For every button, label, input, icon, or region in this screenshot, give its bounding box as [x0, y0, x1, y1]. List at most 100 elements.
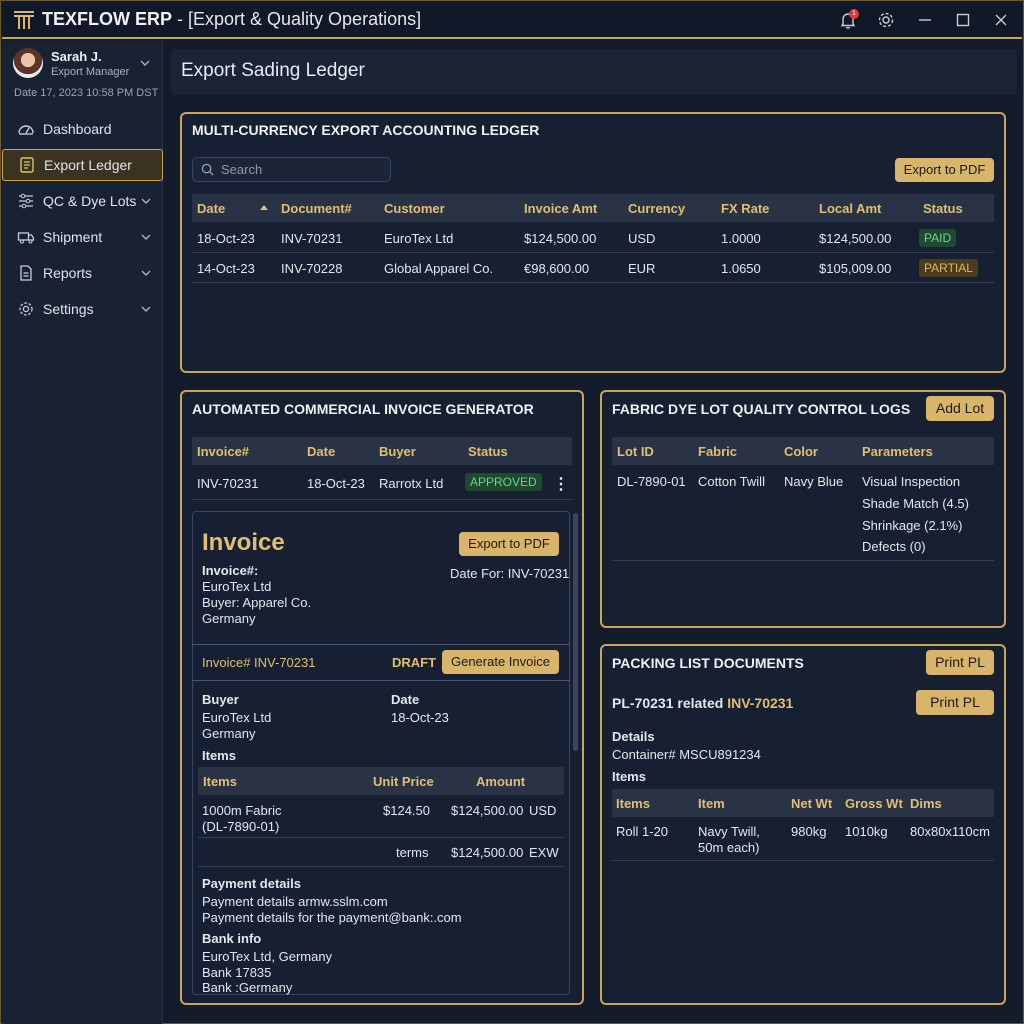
- sidebar-item-label: Dashboard: [43, 121, 112, 137]
- column-header-invoice-amt[interactable]: Invoice Amt: [524, 201, 597, 216]
- sort-ascending-icon[interactable]: [259, 203, 269, 213]
- column-header-invoice[interactable]: Invoice#: [197, 444, 249, 459]
- scrollbar[interactable]: [573, 513, 578, 751]
- export-pdf-button[interactable]: Export to PDF: [895, 158, 994, 182]
- cell-parameter: Visual Inspection: [862, 474, 961, 489]
- cell-local-amt: $124,500.00: [819, 231, 892, 246]
- column-header-fx-rate[interactable]: FX Rate: [721, 201, 769, 216]
- sidebar-item-settings[interactable]: Settings: [2, 293, 163, 325]
- column-header-dims[interactable]: Dims: [910, 796, 942, 811]
- cell-items: Roll 1-20: [616, 824, 669, 839]
- column-header-parameters[interactable]: Parameters: [862, 444, 933, 459]
- column-header-status[interactable]: Status: [923, 201, 963, 216]
- minimize-icon[interactable]: [915, 10, 935, 30]
- row-divider: [192, 252, 994, 253]
- cell-customer: Global Apparel Co.: [384, 261, 494, 276]
- items-label: Items: [202, 748, 236, 763]
- app-window: TEXFLOW ERP - [Export & Quality Operatio…: [0, 0, 1024, 1024]
- buyer-country: Germany: [202, 726, 256, 741]
- column-header-gross-wt[interactable]: Gross Wt: [845, 796, 903, 811]
- column-header-document[interactable]: Document#: [281, 201, 352, 216]
- column-header-currency[interactable]: Currency: [628, 201, 685, 216]
- column-header-status[interactable]: Status: [468, 444, 508, 459]
- texflow-logo-icon: [14, 11, 34, 29]
- status-badge-partial: PARTIAL: [919, 259, 978, 277]
- sidebar-item-qc-dye-lots[interactable]: QC & Dye Lots: [2, 185, 163, 217]
- column-header-fabric[interactable]: Fabric: [698, 444, 737, 459]
- column-header-lot-id[interactable]: Lot ID: [617, 444, 654, 459]
- row-divider: [192, 282, 994, 283]
- settings-gear-icon[interactable]: [876, 10, 896, 30]
- buyer-name: EuroTex Ltd: [202, 710, 272, 725]
- ledger-title: MULTI-CURRENCY EXPORT ACCOUNTING LEDGER: [192, 122, 540, 138]
- sidebar-item-label: QC & Dye Lots: [43, 193, 137, 209]
- column-header-buyer[interactable]: Buyer: [379, 444, 416, 459]
- page-title: Export Sading Ledger: [181, 60, 365, 81]
- search-icon: [201, 163, 214, 176]
- sidebar-item-dashboard[interactable]: Dashboard: [2, 113, 163, 145]
- country: Germany: [202, 611, 256, 626]
- column-header-customer[interactable]: Customer: [384, 201, 445, 216]
- cell-document: INV-70228: [281, 261, 343, 276]
- user-role: Export Manager: [51, 66, 130, 78]
- column-header-items: Items: [203, 774, 237, 789]
- sidebar-item-reports[interactable]: Reports: [2, 257, 163, 289]
- truck-icon: [17, 232, 35, 244]
- column-header-net-wt[interactable]: Net Wt: [791, 796, 832, 811]
- app-title: TEXFLOW ERP - [Export & Quality Operatio…: [42, 9, 422, 29]
- container-number: Container# MSCU891234: [612, 747, 761, 762]
- buyer-line: Buyer: Apparel Co.: [202, 595, 312, 610]
- sidebar-item-shipment[interactable]: Shipment: [2, 221, 163, 253]
- chevron-down-icon: [141, 306, 151, 312]
- column-header-local-amt[interactable]: Local Amt: [819, 201, 881, 216]
- cell-lot-id: DL-7890-01: [617, 474, 686, 489]
- payment-line-2: Payment details for the payment@bank:.co…: [202, 910, 462, 925]
- column-header-amount: Amount: [476, 774, 526, 789]
- cell-local-amt: $105,009.00: [819, 261, 892, 276]
- date-for: Date For: INV-70231: [450, 566, 570, 581]
- status-badge-approved: APPROVED: [465, 473, 542, 491]
- column-header-item[interactable]: Item: [698, 796, 725, 811]
- print-pl-button-secondary[interactable]: Print PL: [916, 690, 994, 715]
- add-lot-button[interactable]: Add Lot: [926, 396, 994, 421]
- sidebar-item-label: Settings: [43, 301, 94, 317]
- sidebar-item-export-ledger[interactable]: Export Ledger: [2, 149, 163, 181]
- more-options-icon[interactable]: ⋮: [553, 474, 569, 494]
- item-currency: USD: [529, 803, 557, 818]
- chevron-down-icon: [141, 270, 151, 276]
- print-pl-button[interactable]: Print PL: [926, 650, 994, 675]
- sliders-icon: [19, 193, 33, 209]
- sidebar-item-label: Reports: [43, 265, 93, 281]
- payment-label: Payment details: [202, 876, 301, 891]
- cell-fabric: Cotton Twill: [698, 474, 765, 489]
- details-label: Details: [612, 729, 655, 744]
- cell-fx-rate: 1.0000: [721, 231, 761, 246]
- column-header-unit-price: Unit Price: [373, 774, 434, 789]
- column-header-date[interactable]: Date: [197, 201, 225, 216]
- cell-buyer: Rarrotx Ltd: [379, 476, 444, 491]
- maximize-icon[interactable]: [953, 10, 973, 30]
- terms-code: EXW: [529, 845, 559, 860]
- items-label: Items: [612, 769, 646, 784]
- item-amount: $124,500.00: [451, 803, 524, 818]
- column-header-date[interactable]: Date: [307, 444, 335, 459]
- chevron-down-icon[interactable]: [139, 57, 151, 69]
- status-badge-paid: PAID: [919, 229, 957, 247]
- cell-color: Navy Blue: [784, 474, 844, 489]
- draft-badge: DRAFT: [392, 655, 437, 670]
- avatar[interactable]: [13, 48, 43, 78]
- generate-invoice-button[interactable]: Generate Invoice: [442, 650, 559, 674]
- export-pdf-button[interactable]: Export to PDF: [459, 532, 559, 556]
- cell-parameter: Shrinkage (2.1%): [862, 518, 963, 533]
- close-icon[interactable]: [991, 10, 1011, 30]
- cell-invoice-amt: $124,500.00: [524, 231, 597, 246]
- pl-reference: PL-70231 related INV-70231: [612, 695, 794, 711]
- invoice-label: Invoice#:: [202, 563, 259, 578]
- sub-invoice-number: Invoice# INV-70231: [202, 655, 316, 670]
- column-header-color[interactable]: Color: [784, 444, 818, 459]
- cell-date: 18-Oct-23: [307, 476, 365, 491]
- invoice-heading: Invoice: [202, 529, 285, 556]
- column-header-items[interactable]: Items: [616, 796, 650, 811]
- bank-label: Bank info: [202, 931, 262, 946]
- cell-parameter: Defects (0): [862, 539, 926, 554]
